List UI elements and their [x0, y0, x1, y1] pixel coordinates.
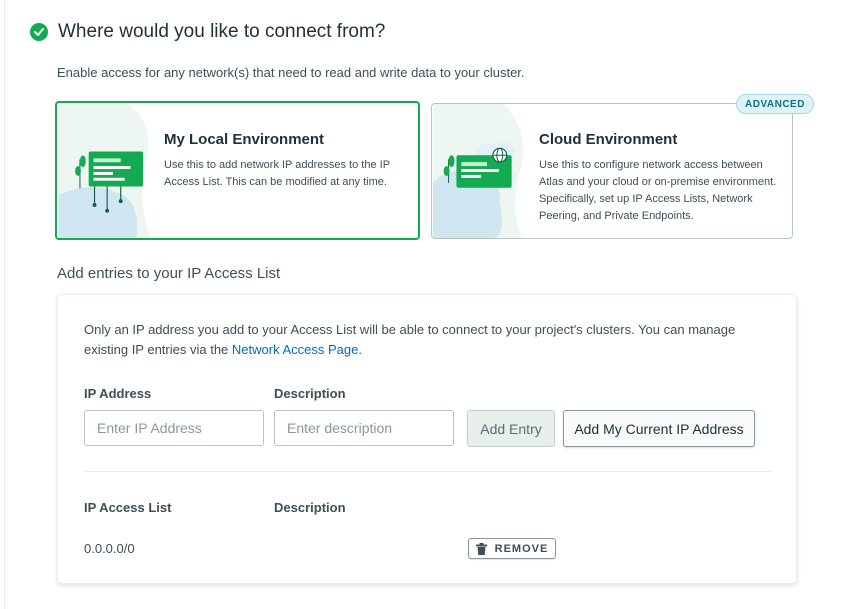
local-environment-option[interactable]: My Local Environment Use this to add net… — [55, 101, 420, 240]
ip-access-list-header: IP Access List — [84, 500, 172, 515]
page-title: Where would you like to connect from? — [58, 21, 386, 42]
intro-text: Only an IP address you add to your Acces… — [84, 322, 736, 357]
remove-entry-button[interactable]: REMOVE — [468, 538, 556, 559]
intro-end: . — [358, 342, 362, 357]
cloud-environment-description: Use this to configure network access bet… — [539, 159, 777, 222]
page-subtitle: Enable access for any network(s) that ne… — [57, 65, 525, 80]
remove-label: REMOVE — [494, 542, 549, 555]
add-current-ip-button[interactable]: Add My Current IP Address — [563, 410, 755, 447]
local-environment-illustration — [58, 103, 151, 238]
check-circle-icon — [30, 23, 48, 41]
ip-address-label: IP Address — [84, 386, 152, 401]
cloud-environment-option[interactable]: Cloud Environment Use this to configure … — [431, 103, 793, 239]
cloud-environment-title: Cloud Environment — [539, 131, 678, 148]
add-entry-button[interactable]: Add Entry — [467, 410, 555, 447]
section-header: Where would you like to connect from? — [30, 21, 385, 43]
network-access-page-link[interactable]: Network Access Page — [232, 342, 358, 357]
entry-ip-value: 0.0.0.0/0 — [84, 541, 135, 556]
ip-access-section-title: Add entries to your IP Access List — [57, 265, 281, 282]
ip-address-input[interactable] — [84, 410, 264, 446]
list-description-header: Description — [274, 500, 346, 515]
description-label: Description — [274, 386, 346, 401]
local-environment-title: My Local Environment — [164, 131, 325, 148]
local-environment-description: Use this to add network IP addresses to … — [164, 159, 390, 188]
panel-divider — [84, 471, 772, 472]
description-input[interactable] — [274, 410, 454, 446]
advanced-badge: ADVANCED — [736, 94, 814, 114]
page-edge-divider — [4, 0, 5, 609]
ip-access-panel: Only an IP address you add to your Acces… — [57, 294, 797, 584]
ip-access-intro: Only an IP address you add to your Acces… — [84, 320, 774, 360]
trash-icon — [475, 542, 487, 555]
cloud-environment-illustration — [432, 104, 524, 238]
